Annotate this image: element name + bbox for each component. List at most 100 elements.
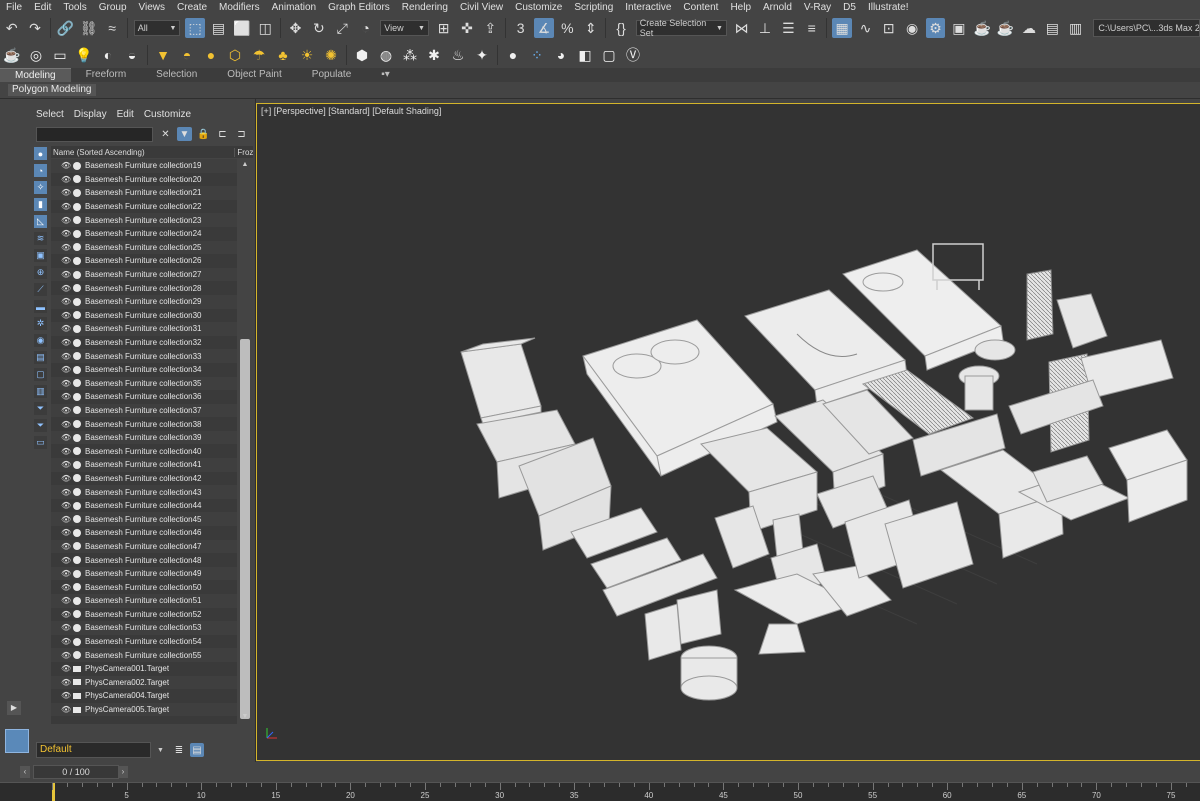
- list-item[interactable]: 👁 Basemesh Furniture collection44: [51, 499, 237, 513]
- visibility-eye-icon[interactable]: 👁: [61, 188, 71, 197]
- scroll-down-icon[interactable]: ▼: [240, 713, 250, 723]
- list-item[interactable]: 👁 Basemesh Furniture collection36: [51, 390, 237, 404]
- menu-civil-view[interactable]: Civil View: [454, 2, 509, 13]
- display-lights-icon[interactable]: ✧: [34, 181, 47, 194]
- current-layer-field[interactable]: Default: [36, 742, 151, 758]
- display-groups-icon[interactable]: ▣: [34, 249, 47, 262]
- list-item[interactable]: 👁 Basemesh Furniture collection24: [51, 227, 237, 241]
- area-light-icon[interactable]: ●: [201, 45, 221, 65]
- visibility-eye-icon[interactable]: 👁: [61, 678, 71, 687]
- expand-arrow-icon[interactable]: ▶: [7, 701, 21, 715]
- scrollbar-thumb[interactable]: [240, 339, 250, 719]
- menu-tools[interactable]: Tools: [57, 2, 92, 13]
- render-cloud-icon[interactable]: ☁: [1019, 18, 1038, 38]
- list-item[interactable]: 👁 Basemesh Furniture collection37: [51, 403, 237, 418]
- visibility-eye-icon[interactable]: 👁: [61, 175, 71, 184]
- torus-knot-icon[interactable]: ◎: [26, 45, 46, 65]
- list-item[interactable]: 👁 Basemesh Furniture collection40: [51, 444, 237, 458]
- angle-snap-icon[interactable]: ∡: [534, 18, 554, 38]
- perspective-viewport[interactable]: [+] [Perspective] [Standard] [Default Sh…: [256, 103, 1200, 761]
- dome-light-icon[interactable]: ◓: [177, 45, 197, 65]
- visibility-eye-icon[interactable]: 👁: [61, 379, 71, 388]
- list-item[interactable]: 👁 PhysCamera002.Target: [51, 675, 237, 690]
- next-frame-icon[interactable]: ›: [118, 766, 128, 778]
- visibility-eye-icon[interactable]: 👁: [61, 352, 71, 361]
- mirror-icon[interactable]: ⋈: [732, 18, 751, 38]
- visibility-eye-icon[interactable]: 👁: [61, 243, 71, 252]
- environment-icon[interactable]: ◍: [376, 45, 396, 65]
- display-none-icon[interactable]: ▢: [34, 368, 47, 381]
- list-item[interactable]: 👁 Basemesh Furniture collection27: [51, 267, 237, 282]
- explorer-scrollbar[interactable]: ▲ ▼: [238, 159, 252, 725]
- menu-rendering[interactable]: Rendering: [396, 2, 454, 13]
- visibility-eye-icon[interactable]: 👁: [61, 501, 71, 510]
- material-browser-icon[interactable]: ⁘: [527, 45, 547, 65]
- visibility-eye-icon[interactable]: 👁: [61, 447, 71, 456]
- list-item[interactable]: 👁 Basemesh Furniture collection42: [51, 472, 237, 486]
- layer-manager-icon[interactable]: ▤: [189, 743, 204, 757]
- layer-icon[interactable]: ⊐: [234, 127, 249, 141]
- display-xrefs-icon[interactable]: ⊕: [34, 266, 47, 279]
- list-item[interactable]: 👁 Basemesh Furniture collection45: [51, 512, 237, 527]
- filter-icon[interactable]: ▼: [177, 127, 192, 141]
- rotate-icon[interactable]: ↻: [309, 18, 328, 38]
- render-production-icon[interactable]: ☕: [973, 18, 992, 38]
- volume-icon[interactable]: ♨: [448, 45, 468, 65]
- display-hidden-icon[interactable]: ◉: [34, 334, 47, 347]
- list-item[interactable]: 👁 PhysCamera005.Target: [51, 702, 237, 717]
- teapot-icon[interactable]: ☕: [2, 45, 22, 65]
- list-item[interactable]: 👁 Basemesh Furniture collection23: [51, 213, 237, 227]
- display-shapes-icon[interactable]: ◔: [34, 164, 47, 177]
- list-item[interactable]: 👁 Basemesh Furniture collection53: [51, 621, 237, 635]
- vray-logo-icon[interactable]: Ⓥ: [623, 45, 643, 65]
- keyboard-shortcut-override-icon[interactable]: ⇪: [481, 18, 500, 38]
- sun-light-icon[interactable]: ☀: [297, 45, 317, 65]
- menu-scripting[interactable]: Scripting: [568, 2, 619, 13]
- percent-snap-icon[interactable]: %: [558, 18, 577, 38]
- explorer-search-input[interactable]: [36, 127, 153, 142]
- display-all-icon[interactable]: ▤: [34, 351, 47, 364]
- list-item[interactable]: 👁 Basemesh Furniture collection48: [51, 553, 237, 567]
- visibility-eye-icon[interactable]: 👁: [61, 474, 71, 483]
- list-item[interactable]: 👁 Basemesh Furniture collection33: [51, 349, 237, 363]
- polygon-modeling-panel[interactable]: Polygon Modeling: [8, 84, 96, 96]
- snaps-toggle-icon[interactable]: 3: [511, 18, 530, 38]
- menu-create[interactable]: Create: [171, 2, 213, 13]
- visibility-eye-icon[interactable]: 👁: [61, 610, 71, 619]
- list-item[interactable]: 👁 Basemesh Furniture collection28: [51, 281, 237, 295]
- list-item[interactable]: 👁 Basemesh Furniture collection25: [51, 240, 237, 255]
- display-geometry-icon[interactable]: ●: [34, 147, 47, 160]
- physical-sky-icon[interactable]: ♣: [273, 45, 293, 65]
- explorer-menu-edit[interactable]: Edit: [117, 109, 134, 120]
- list-item[interactable]: 👁 Basemesh Furniture collection55: [51, 648, 237, 662]
- visibility-eye-icon[interactable]: 👁: [61, 406, 71, 415]
- list-item[interactable]: 👁 PhysCamera004.Target: [51, 689, 237, 703]
- menu-animation[interactable]: Animation: [266, 2, 322, 13]
- visibility-eye-icon[interactable]: 👁: [61, 216, 71, 225]
- list-item[interactable]: 👁 Basemesh Furniture collection31: [51, 322, 237, 336]
- list-item[interactable]: 👁 Basemesh Furniture collection19: [51, 159, 237, 173]
- mesh-light-icon[interactable]: ☂: [249, 45, 269, 65]
- visibility-eye-icon[interactable]: 👁: [61, 623, 71, 632]
- menu-help[interactable]: Help: [724, 2, 757, 13]
- chevron-down-icon[interactable]: ▼: [157, 747, 164, 754]
- list-item[interactable]: 👁 Basemesh Furniture collection41: [51, 458, 237, 472]
- menu-group[interactable]: Group: [93, 2, 133, 13]
- visibility-eye-icon[interactable]: 👁: [61, 202, 71, 211]
- list-item[interactable]: 👁 Basemesh Furniture collection20: [51, 173, 237, 187]
- display-containers-icon[interactable]: ▬: [34, 300, 47, 313]
- display-helpers-icon[interactable]: ◺: [34, 215, 47, 228]
- tab-object-paint[interactable]: Object Paint: [212, 68, 296, 82]
- visibility-eye-icon[interactable]: 👁: [61, 556, 71, 565]
- explorer-extra-icon[interactable]: ▭: [34, 436, 47, 449]
- spot-light-icon[interactable]: ▼: [153, 45, 173, 65]
- move-icon[interactable]: ✥: [286, 18, 305, 38]
- visibility-eye-icon[interactable]: 👁: [61, 284, 71, 293]
- material-editor-icon[interactable]: ◉: [902, 18, 921, 38]
- scale-icon[interactable]: ⤢: [333, 18, 352, 38]
- spinner-snap-icon[interactable]: ⇕: [581, 18, 600, 38]
- visibility-eye-icon[interactable]: 👁: [61, 528, 71, 537]
- list-item[interactable]: 👁 Basemesh Furniture collection50: [51, 580, 237, 594]
- list-item[interactable]: 👁 Basemesh Furniture collection49: [51, 566, 237, 581]
- visibility-eye-icon[interactable]: 👁: [61, 488, 71, 497]
